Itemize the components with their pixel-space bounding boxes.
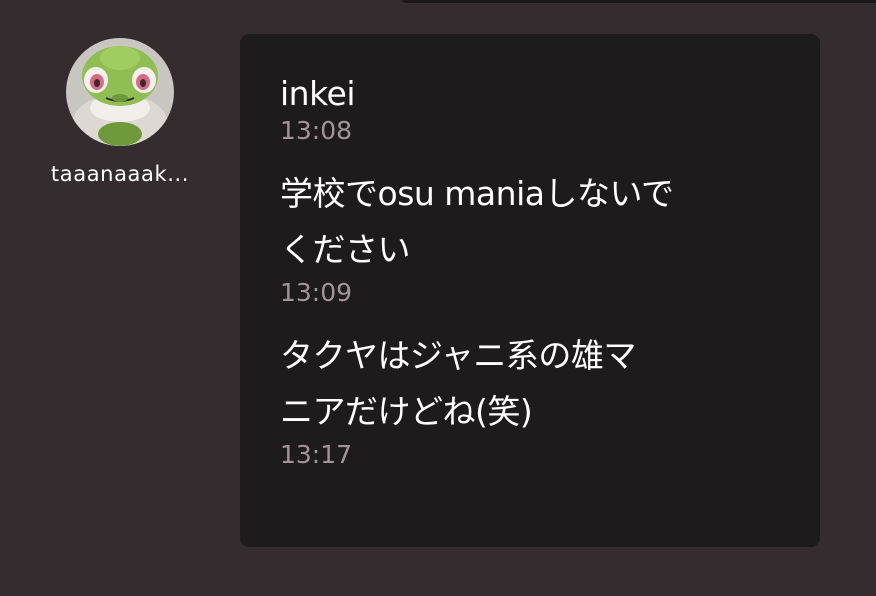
sender-name[interactable]: taaanaaak... xyxy=(22,162,218,186)
message-text: inkei xyxy=(280,74,356,113)
message-item: タクヤはジャニ系の雄マ ニアだけどね(笑) 13:17 xyxy=(280,328,790,470)
message-text: タクヤはジャニ系の雄マ ニアだけどね(笑) xyxy=(280,336,636,431)
message-timestamp: 13:09 xyxy=(280,278,353,307)
message-item: inkei 13:08 xyxy=(280,72,790,146)
message-bubble: inkei 13:08 学校でosu maniaしないで ください 13:09 … xyxy=(240,34,820,547)
message-item: 学校でosu maniaしないで ください 13:09 xyxy=(280,166,790,308)
message-timestamp: 13:08 xyxy=(280,116,353,145)
previous-bubble-edge xyxy=(402,0,876,3)
message-timestamp: 13:17 xyxy=(280,440,353,469)
avatar[interactable] xyxy=(66,38,174,146)
message-text: 学校でosu maniaしないで ください xyxy=(280,174,674,269)
frog-plush-icon xyxy=(66,38,174,146)
